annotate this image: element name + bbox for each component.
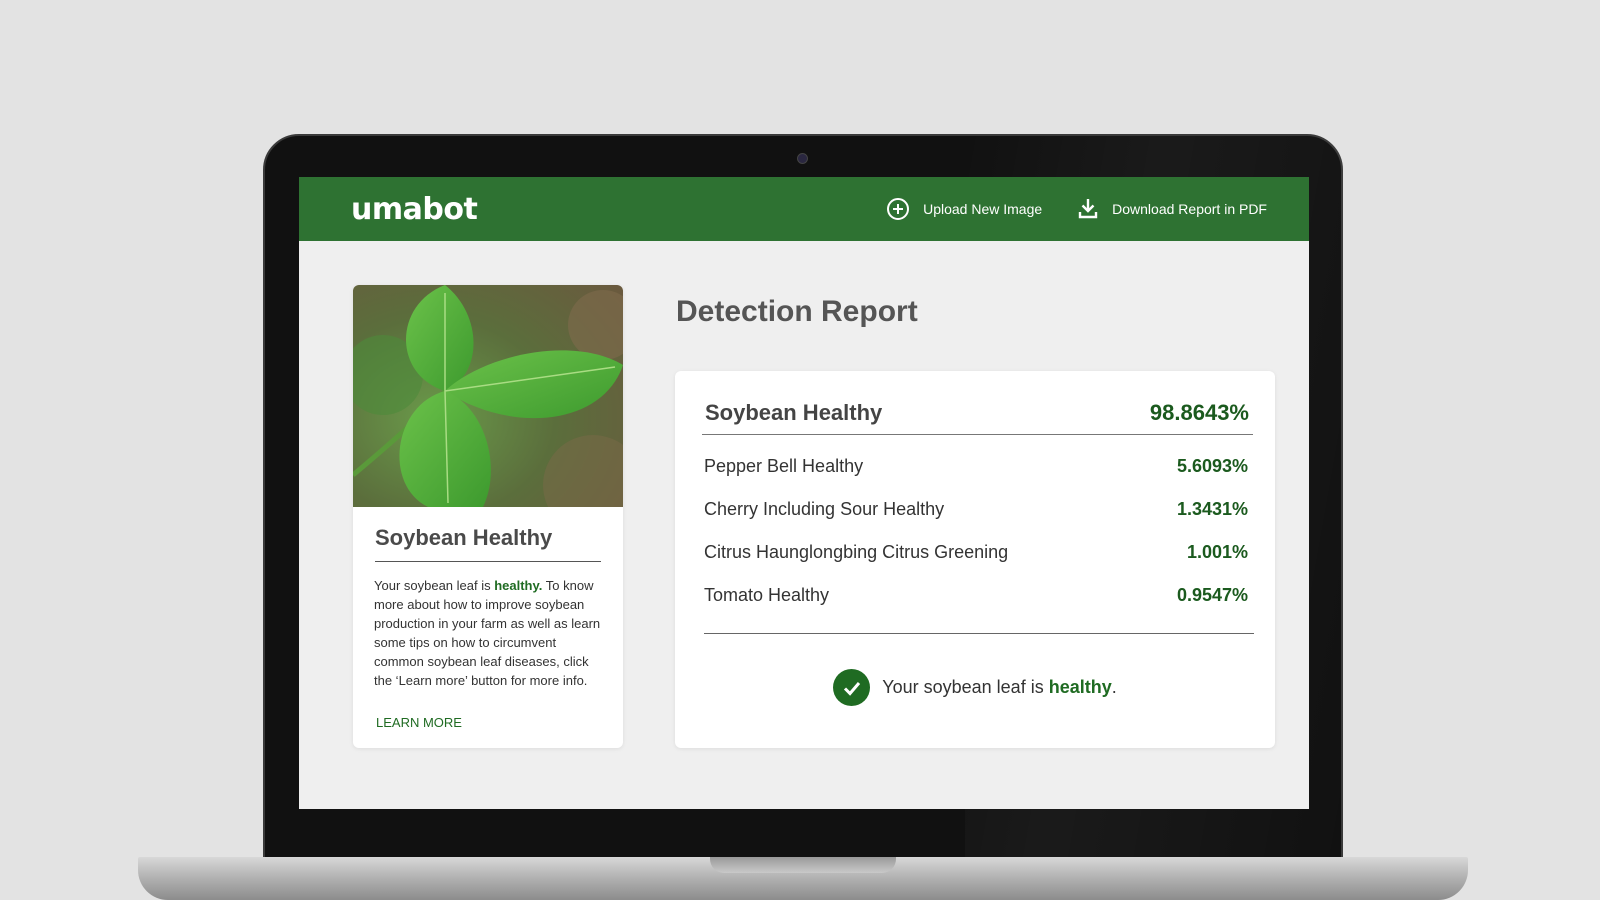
top-result-label: Soybean Healthy (705, 399, 883, 425)
top-navigation-bar: umabot Upload New Image Download Report … (299, 177, 1309, 241)
check-icon (833, 669, 871, 706)
result-row: Citrus Haunglongbing Citrus Greening 1.0… (702, 531, 1250, 574)
description-rest: To know more about how to improve soybea… (374, 578, 601, 688)
verdict-text: Your soybean leaf is healthy. (882, 677, 1117, 698)
report-card: Soybean Healthy 98.8643% Pepper Bell Hea… (675, 371, 1275, 748)
result-row: Cherry Including Sour Healthy 1.3431% (702, 488, 1250, 531)
upload-new-image-button[interactable]: Upload New Image (887, 198, 1042, 220)
laptop-base (138, 857, 1468, 900)
top-result-row: Soybean Healthy 98.8643% (702, 391, 1253, 435)
status-highlight: healthy. (494, 578, 543, 593)
result-label: Pepper Bell Healthy (704, 456, 864, 476)
results-divider (704, 633, 1254, 634)
verdict-pre: Your soybean leaf is (882, 677, 1049, 697)
base-notch (710, 857, 896, 873)
verdict-message: Your soybean leaf is healthy. (675, 669, 1275, 706)
result-label: Tomato Healthy (704, 585, 830, 605)
result-value: 1.001% (1186, 542, 1248, 562)
result-row: Pepper Bell Healthy 5.6093% (702, 445, 1250, 488)
result-row: Tomato Healthy 0.9547% (702, 574, 1250, 617)
leaf-photo (353, 285, 623, 507)
sample-card: Soybean Healthy Your soybean leaf is hea… (353, 285, 623, 748)
download-label: Download Report in PDF (1112, 201, 1267, 217)
plus-circle-icon (887, 198, 910, 220)
verdict-status: healthy (1048, 677, 1112, 697)
app-logo[interactable]: umabot (351, 192, 478, 227)
result-value: 0.9547% (1176, 585, 1248, 605)
result-value: 1.3431% (1176, 499, 1248, 519)
upload-label: Upload New Image (923, 201, 1043, 217)
camera-icon (797, 153, 808, 164)
results-list: Pepper Bell Healthy 5.6093% Cherry Inclu… (702, 445, 1250, 617)
top-result-value: 98.8643% (1149, 399, 1249, 425)
result-label: Cherry Including Sour Healthy (704, 499, 945, 519)
sample-title: Soybean Healthy (375, 525, 601, 562)
learn-more-link[interactable]: LEARN MORE (376, 715, 462, 730)
download-icon (1078, 197, 1098, 222)
result-value: 5.6093% (1176, 456, 1248, 476)
page-title: Detection Report (676, 295, 918, 328)
description-text: Your soybean leaf is (374, 578, 495, 593)
result-label: Citrus Haunglongbing Citrus Greening (704, 542, 1009, 562)
app-screen: umabot Upload New Image Download Report … (299, 177, 1309, 809)
header-actions: Upload New Image Download Report in PDF (887, 197, 1267, 222)
sample-description: Your soybean leaf is healthy. To know mo… (374, 576, 609, 690)
verdict-post: . (1111, 677, 1117, 697)
download-report-button[interactable]: Download Report in PDF (1078, 197, 1267, 222)
